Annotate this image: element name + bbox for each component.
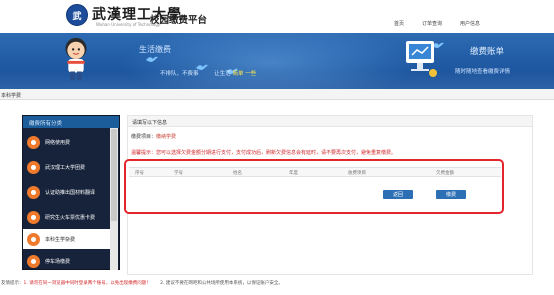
- category-sidebar: 缴费所有分类 网络使用费 武汉理工大学团费 认证助推出国材料翻译 研究生火车票优…: [22, 115, 120, 270]
- column-header: 欠费金额: [436, 171, 454, 176]
- sidebar-item-parking-fee[interactable]: 停车场缴费: [23, 251, 111, 271]
- nav-home[interactable]: 首页: [394, 20, 404, 27]
- category-icon: [27, 160, 40, 174]
- banner: 生活缴费 不排队，不费事 让生活 简单 一些 缴费账单 随时随地查看缴费详情: [0, 33, 554, 89]
- section-title: 请填写以下信息: [127, 115, 533, 127]
- column-header: 年度: [289, 171, 298, 176]
- banner-right-title: 缴费账单: [470, 47, 505, 57]
- column-header: 收费项目: [348, 171, 366, 176]
- sidebar-item-label: 本科生学杂费: [45, 236, 76, 243]
- scrollbar-thumb[interactable]: [111, 129, 117, 221]
- project-value: 缴纳学费: [156, 134, 177, 140]
- mascot-icon: [65, 37, 87, 81]
- column-header: 序号: [135, 171, 144, 176]
- nav-user-info[interactable]: 用户信息: [460, 20, 480, 27]
- sidebar-item-label: 武汉理工大学团费: [45, 164, 86, 171]
- footer-tip-1: 1. 请勿在同一浏览器中同时登录两个账号，以免出现缴费问题！: [23, 281, 151, 286]
- sidebar-item-label: 认证助推出国材料翻译: [45, 189, 96, 196]
- university-logo: 武: [66, 4, 88, 26]
- nav-order-query[interactable]: 订单查询: [422, 20, 442, 27]
- sidebar-item-label: 网络使用费: [45, 139, 71, 146]
- table-header: 序号 学号 姓名 年度 收费项目 欠费金额: [129, 167, 501, 177]
- system-title: 校园缴费平台: [150, 15, 208, 26]
- banner-right-subtitle: 随时随地查看缴费详情: [455, 69, 511, 75]
- banner-slogan: 不排队，不费事 让生活 简单 一些: [160, 71, 257, 77]
- top-nav: 首页 订单查询 用户信息: [394, 20, 498, 27]
- sidebar-item-undergrad-fees[interactable]: 本科生学杂费: [23, 229, 111, 249]
- sidebar-item-train-card-fee[interactable]: 研究生火车票优惠卡费: [23, 207, 111, 227]
- pay-button[interactable]: 缴费: [436, 190, 466, 199]
- computer-icon: [406, 41, 437, 77]
- category-icon: [27, 185, 40, 199]
- sidebar-item-label: 停车场缴费: [45, 258, 71, 265]
- category-icon: [27, 254, 40, 268]
- breadcrumb-bar: [0, 89, 554, 100]
- footer-tip-2: 2. 建议不要在网吧和公共场所使用本系统，以保证账户安全。: [160, 281, 283, 286]
- category-icon: [27, 135, 40, 149]
- category-icon: [27, 232, 40, 246]
- footer-prefix: 友情提示：: [1, 281, 24, 286]
- sidebar-scrollbar[interactable]: [110, 128, 118, 270]
- bird-icon: [146, 56, 158, 62]
- footer-tips: 友情提示：1. 请勿在同一浏览器中同时登录两个账号，以免出现缴费问题！ 2. 建…: [1, 280, 283, 286]
- site-header: 武 武漢理工大學 Wuhan University of Technology …: [0, 0, 554, 33]
- warning-text: 温馨提示：您可以选择欠费金额分期进行支付，支付成功后，刷新欠费信息会有延时，请不…: [131, 150, 397, 156]
- banner-left-title: 生活缴费: [139, 45, 171, 54]
- sidebar-item-league-fee[interactable]: 武汉理工大学团费: [23, 157, 111, 177]
- column-header: 学号: [174, 171, 183, 176]
- breadcrumb: 本科学费: [1, 93, 22, 99]
- payment-project: 缴费项目：缴纳学费: [131, 133, 176, 140]
- category-icon: [27, 210, 40, 224]
- back-button[interactable]: 返回: [383, 190, 413, 199]
- column-header: 姓名: [233, 171, 242, 176]
- project-label: 缴费项目：: [131, 134, 157, 140]
- sidebar-item-network-fee[interactable]: 网络使用费: [23, 132, 111, 152]
- sidebar-item-label: 研究生火车票优惠卡费: [45, 214, 96, 221]
- sidebar-header: 缴费所有分类: [23, 116, 119, 128]
- sidebar-item-translation-fee[interactable]: 认证助推出国材料翻译: [23, 182, 111, 202]
